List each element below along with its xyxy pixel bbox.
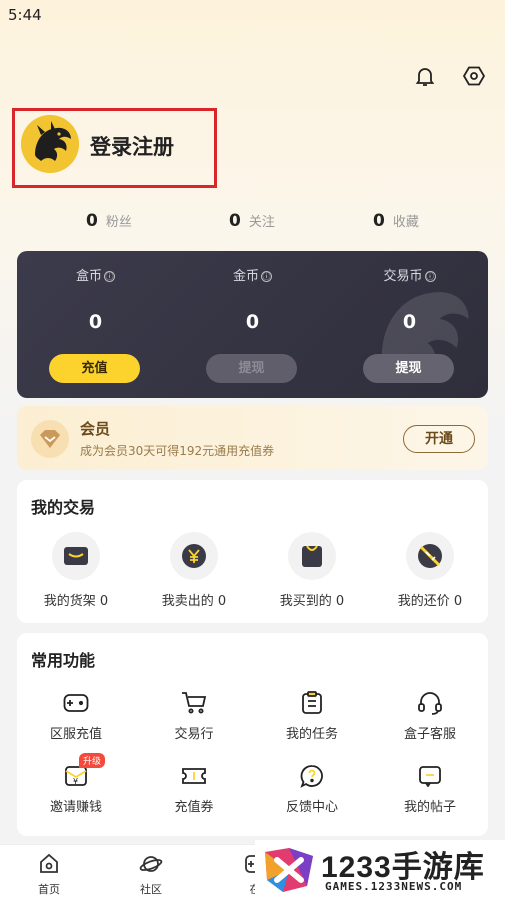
vip-diamond-icon [31,420,69,458]
func-label: 充值券 [174,800,214,815]
trade-coin-value: 0 [402,311,417,333]
gold-coin-title: 金币 [232,269,259,284]
stat-fans-label: 粉丝 [105,215,132,230]
home-icon [40,853,58,873]
watermark-logo-icon [265,848,313,892]
func-label: 盒子客服 [403,727,456,742]
settings-gear-icon[interactable] [460,62,488,90]
func-invite-earn[interactable]: ¥ 升级 邀请赚钱 [17,753,135,822]
watermark-subtitle: GAMES.1233NEWS.COM [325,880,463,893]
headset-icon [416,689,444,717]
bag-icon [288,532,336,580]
site-watermark: 1233手游库 GAMES.1233NEWS.COM [255,840,505,899]
trade-item-sold[interactable]: 我卖出的 0 [135,532,253,612]
status-bar-time: 5:44 [8,6,42,24]
gold-coin-value: 0 [245,311,260,333]
vip-banner[interactable]: 会员 成为会员30天可得192元通用充值券 开通 [17,406,488,470]
func-label: 交易行 [174,727,214,742]
stat-favorites[interactable]: 0 收藏 [373,211,419,231]
nav-home-label: 首页 [38,883,60,896]
box-coin-title: 盒币 [75,269,102,284]
trade-item-label: 我买到的 0 [279,594,345,609]
yen-icon [170,532,218,580]
stat-favorites-value: 0 [373,211,385,231]
dragon-avatar[interactable] [21,115,79,173]
stat-following[interactable]: 0 关注 [229,211,275,231]
login-profile-highlight[interactable]: 登录注册 [12,108,217,188]
trade-item-bought[interactable]: 我买到的 0 [253,532,371,612]
login-register-label[interactable]: 登录注册 [90,131,174,161]
info-icon[interactable]: ⓘ [261,271,272,282]
svg-text:¥: ¥ [73,777,78,786]
stat-favorites-label: 收藏 [392,215,419,230]
trade-withdraw-button[interactable]: 提现 [363,354,454,383]
stat-following-label: 关注 [248,215,275,230]
wallet-card: 盒币 ⓘ 0 充值 金币 ⓘ 0 提现 交易币 ⓘ 0 提现 [17,251,488,398]
trade-item-label: 我的还价 0 [397,594,463,609]
stat-fans[interactable]: 0 粉丝 [86,211,132,231]
common-functions-title: 常用功能 [31,651,96,670]
vip-title: 会员 [80,420,111,438]
func-recharge-ticket[interactable]: 充值券 [135,762,253,822]
box-coin-value: 0 [88,311,103,333]
trade-item-shelf[interactable]: 我的货架 0 [17,532,135,612]
upgrade-badge: 升级 [79,753,106,768]
vip-subtitle: 成为会员30天可得192元通用充值券 [80,444,275,458]
trade-coin-title: 交易币 [383,269,423,284]
shelf-icon [52,532,100,580]
trade-item-label: 我卖出的 0 [161,594,227,609]
stats-row: 0 粉丝 0 关注 0 收藏 [0,211,505,233]
func-label: 区服充值 [49,727,102,742]
counter-offer-icon [406,532,454,580]
nav-community-label: 社区 [140,883,162,896]
stat-following-value: 0 [229,211,241,231]
planet-icon [139,856,163,872]
ticket-icon [180,762,208,790]
func-server-recharge[interactable]: 区服充值 [17,689,135,749]
wallet-gold-coin: 金币 ⓘ 0 提现 [174,251,331,398]
trade-item-counteroffer[interactable]: 我的还价 0 [371,532,489,612]
task-icon [298,689,326,717]
vip-activate-button[interactable]: 开通 [403,425,475,453]
wallet-trade-coin: 交易币 ⓘ 0 提现 [331,251,488,398]
func-label: 我的任务 [285,727,338,742]
recharge-button[interactable]: 充值 [49,354,140,383]
trade-item-label: 我的货架 0 [43,594,109,609]
func-my-tasks[interactable]: 我的任务 [253,689,371,749]
feedback-icon [298,762,326,790]
info-icon[interactable]: ⓘ [104,271,115,282]
info-icon[interactable]: ⓘ [424,271,436,282]
notification-bell-icon[interactable] [411,62,439,90]
func-label: 邀请赚钱 [49,800,102,815]
func-feedback-center[interactable]: 反馈中心 [253,762,371,822]
func-label: 我的帖子 [403,800,456,815]
common-functions-card: 常用功能 区服充值 交易行 我的任务 盒子客服 ¥ 升级 邀请赚钱 充值券 反馈… [17,633,488,836]
nav-home[interactable]: 首页 [19,853,79,897]
post-icon [416,762,444,790]
wallet-box-coin: 盒币 ⓘ 0 充值 [17,251,174,398]
my-trade-title: 我的交易 [31,498,96,517]
func-customer-service[interactable]: 盒子客服 [371,689,489,749]
gold-withdraw-button[interactable]: 提现 [206,354,297,383]
cart-icon [180,689,208,717]
func-trading-market[interactable]: 交易行 [135,689,253,749]
nav-community[interactable]: 社区 [121,853,181,897]
func-my-posts[interactable]: 我的帖子 [371,762,489,822]
my-trade-card: 我的交易 我的货架 0 我卖出的 0 我买到的 0 我的还价 0 [17,480,488,623]
stat-fans-value: 0 [86,211,98,231]
func-label: 反馈中心 [285,800,338,815]
gamepad-icon [62,689,90,717]
